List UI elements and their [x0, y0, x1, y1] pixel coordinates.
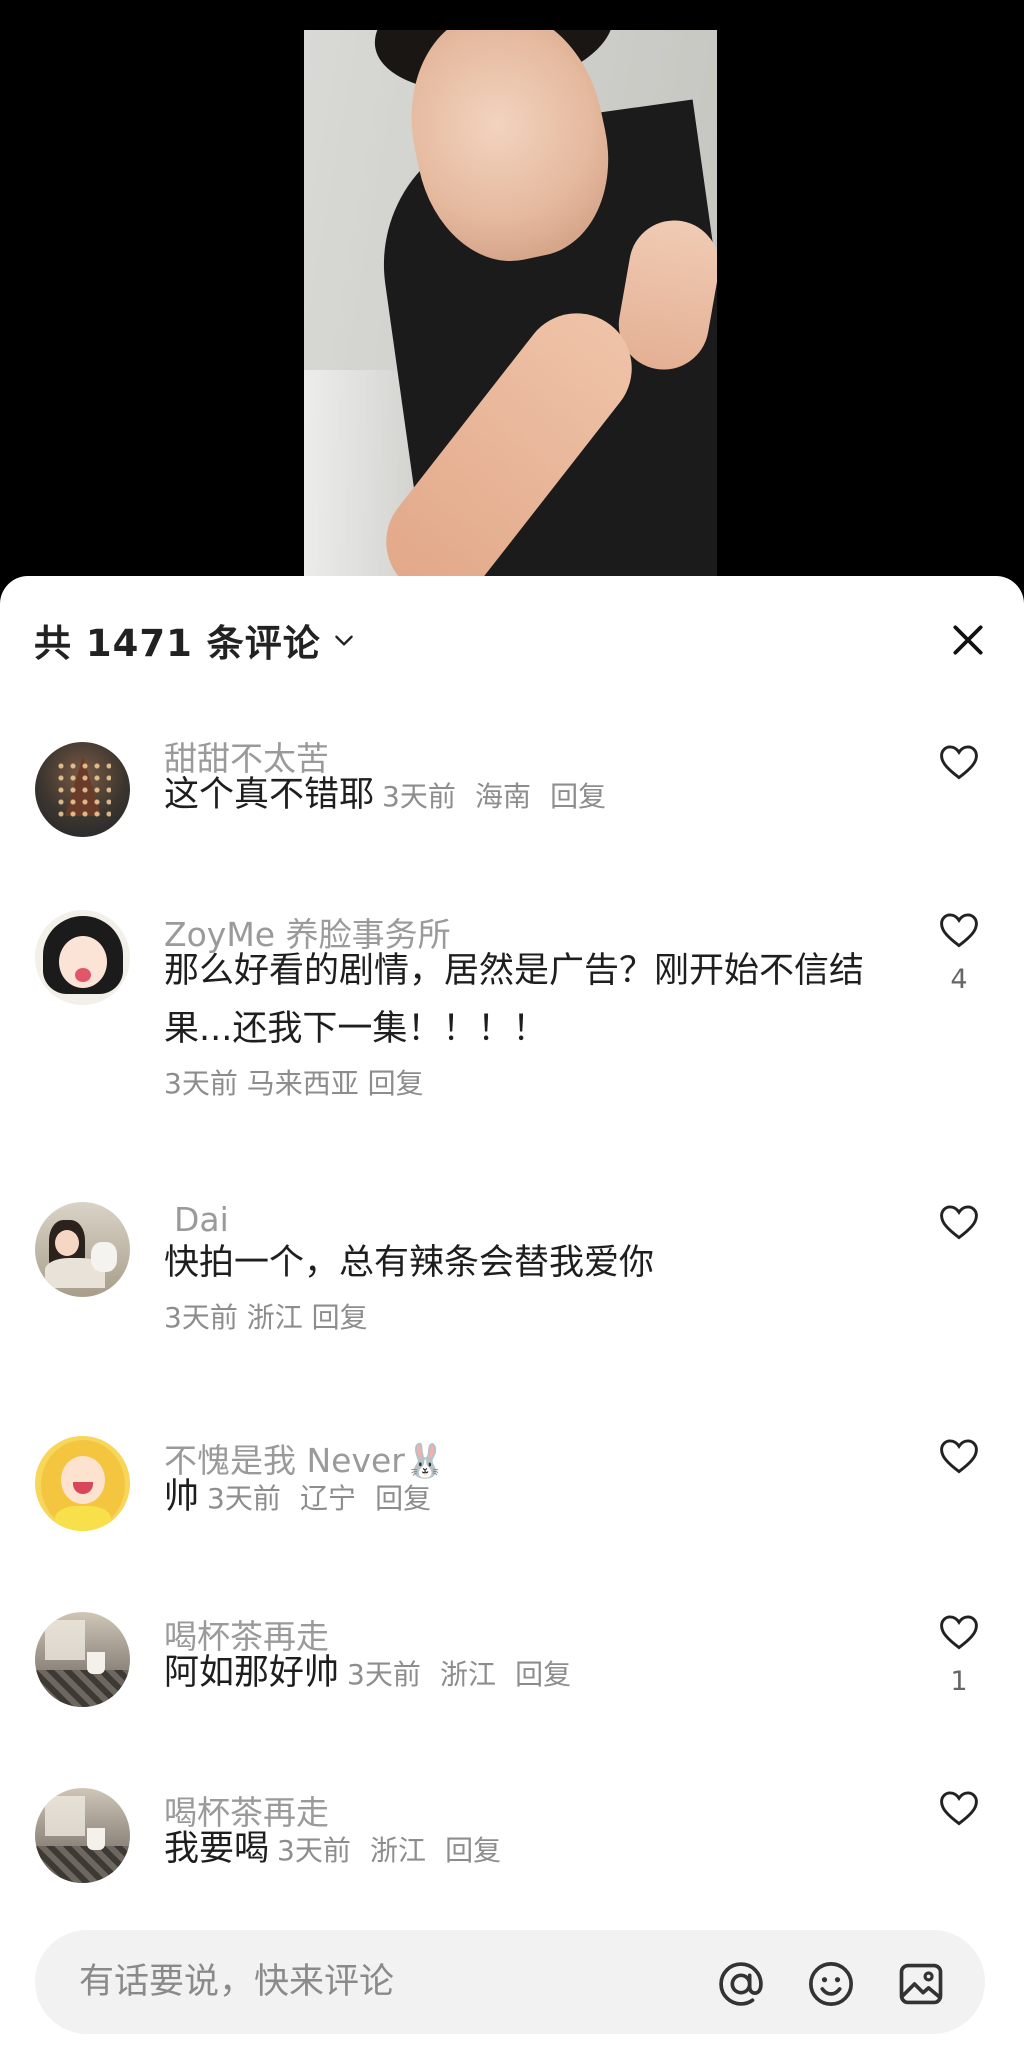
comment-location: 浙江 — [246, 1301, 303, 1334]
comment-body: 阿如那好帅 3天前 浙江 回复 — [164, 1644, 894, 1704]
comment-text: 那么好看的剧情，居然是广告？刚开始不信结果...还我下一集！！！！ — [164, 951, 865, 1049]
video-player[interactable] — [0, 0, 1024, 600]
close-button[interactable] — [944, 616, 992, 664]
comment-body: 帅 3天前 辽宁 回复 — [164, 1468, 894, 1528]
comment-input-bar[interactable]: 有话要说，快来评论 — [35, 1930, 985, 2034]
heart-outline-icon[interactable] — [935, 1200, 983, 1244]
avatar[interactable] — [35, 1436, 130, 1531]
heart-outline-icon[interactable] — [935, 1786, 983, 1830]
comment-location: 海南 — [474, 780, 531, 813]
reply-button[interactable]: 回复 — [312, 1301, 368, 1334]
reply-button[interactable]: 回复 — [368, 1067, 424, 1100]
reply-button[interactable]: 回复 — [375, 1482, 431, 1515]
comment-time: 3天前 — [207, 1482, 281, 1515]
reply-button[interactable]: 回复 — [445, 1834, 501, 1867]
avatar[interactable] — [35, 910, 130, 1005]
comment-sheet: 共 1471 条评论 甜甜不太苦 这个真不错耶 3天前 海南 回复 ZoyMe 养… — [0, 576, 1024, 2048]
close-icon — [953, 625, 983, 655]
at-icon[interactable] — [715, 1958, 767, 2010]
heart-outline-icon[interactable] — [935, 1610, 983, 1654]
comment-location: 浙江 — [439, 1658, 496, 1691]
image-icon[interactable] — [895, 1958, 947, 2010]
reply-button[interactable]: 回复 — [550, 780, 606, 813]
comment-body: 这个真不错耶 3天前 海南 回复 — [164, 766, 894, 826]
heart-outline-icon[interactable] — [935, 1434, 983, 1478]
heart-outline-icon[interactable] — [935, 740, 983, 784]
comment-text: 这个真不错耶 — [164, 775, 375, 815]
comment-text: 快拍一个，总有辣条会替我爱你 — [164, 1243, 655, 1283]
smiley-icon[interactable] — [805, 1958, 857, 2010]
comment-time: 3天前 — [164, 1301, 238, 1334]
comment-body: 我要喝 3天前 浙江 回复 — [164, 1820, 894, 1880]
comment-location: 浙江 — [369, 1834, 426, 1867]
like-count: 1 — [950, 1666, 968, 1697]
comment-count-title: 共 1471 条评论 — [34, 622, 321, 665]
heart-outline-icon[interactable] — [935, 908, 983, 952]
avatar[interactable] — [35, 1788, 130, 1883]
comment-text: 帅 — [164, 1477, 200, 1517]
comment-meta: 3天前 浙江 回复 — [164, 1296, 368, 1336]
avatar[interactable] — [35, 742, 130, 837]
comment-time: 3天前 — [382, 780, 456, 813]
comment-time: 3天前 — [347, 1658, 421, 1691]
like-count: 4 — [950, 964, 968, 995]
comment-input-placeholder[interactable]: 有话要说，快来评论 — [79, 1930, 394, 2034]
video-frame — [304, 30, 717, 590]
avatar[interactable] — [35, 1612, 130, 1707]
comment-count-toggle[interactable]: 共 1471 条评论 — [34, 616, 357, 665]
comment-time: 3天前 — [277, 1834, 351, 1867]
comment-meta: 3天前 马来西亚 回复 — [164, 1062, 424, 1102]
comment-location: 马来西亚 — [246, 1067, 359, 1100]
avatar[interactable] — [35, 1202, 130, 1297]
comment-text: 阿如那好帅 — [164, 1653, 340, 1693]
comment-time: 3天前 — [164, 1067, 238, 1100]
comment-text: 我要喝 — [164, 1829, 270, 1869]
chevron-down-icon — [334, 635, 353, 646]
comment-location: 辽宁 — [299, 1482, 356, 1515]
reply-button[interactable]: 回复 — [515, 1658, 571, 1691]
